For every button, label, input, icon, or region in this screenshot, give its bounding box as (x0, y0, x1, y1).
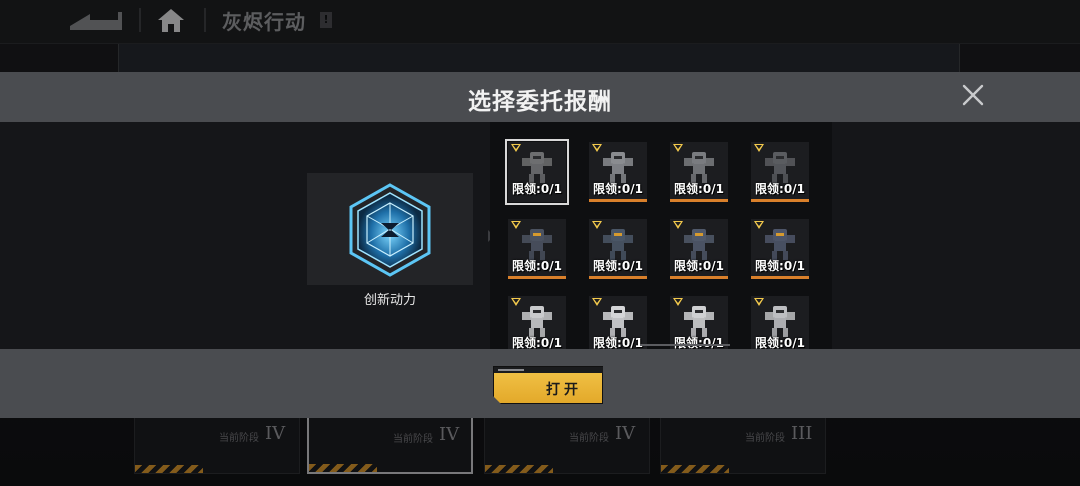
mech-unit-icon (765, 229, 795, 260)
claim-limit-label: 限领:0/1 (674, 259, 724, 273)
rarity-bar (589, 199, 647, 202)
claim-limit-label: 限领:0/1 (593, 182, 643, 196)
reward-item[interactable]: 限领:0/1 (508, 219, 566, 279)
claim-limit-label: 限领:0/1 (674, 336, 724, 349)
reward-item[interactable]: 限领:0/1 (751, 296, 809, 349)
claim-limit-label: 限领:0/1 (755, 182, 805, 196)
scroll-indicator[interactable] (640, 344, 730, 346)
mech-unit-icon (603, 152, 633, 183)
reward-item[interactable]: 限领:0/1 (508, 296, 566, 349)
rarity-bar (670, 199, 728, 202)
claim-limit-label: 限领:0/1 (512, 336, 562, 349)
reward-item[interactable]: 限领:0/1 (505, 139, 569, 205)
mech-unit-icon (684, 229, 714, 260)
modal-body: 创新动力 限领:0/1 限领:0/1 限领:0/1 限领:0/1 限领:0/1 限领:0/… (0, 122, 1080, 349)
rarity-bar (589, 276, 647, 279)
claim-limit-label: 限领:0/1 (674, 182, 724, 196)
reward-item[interactable]: 限领:0/1 (670, 142, 728, 202)
claim-limit-label: 限领:0/1 (512, 259, 562, 273)
reward-item[interactable]: 限领:0/1 (751, 219, 809, 279)
mech-unit-icon (765, 306, 795, 337)
reward-item[interactable]: 限领:0/1 (670, 219, 728, 279)
reward-item[interactable]: 限领:0/1 (589, 296, 647, 349)
innovation-core-icon (349, 183, 431, 277)
reward-preview (307, 173, 473, 285)
rarity-bar (670, 276, 728, 279)
reward-item[interactable]: 限领:0/1 (751, 142, 809, 202)
mech-unit-icon (684, 306, 714, 337)
claim-limit-label: 限领:0/1 (755, 336, 805, 349)
open-button[interactable]: 打开 (493, 366, 603, 404)
claim-limit-label: 限领:0/1 (512, 182, 562, 196)
mech-unit-icon (522, 229, 552, 260)
reward-preview-name: 创新动力 (363, 293, 416, 308)
modal-header: 选择委托报酬 (0, 72, 1080, 122)
reward-item[interactable]: 限领:0/1 (589, 219, 647, 279)
rarity-bar (751, 199, 809, 202)
rarity-bar (751, 276, 809, 279)
claim-limit-label: 限领:0/1 (755, 259, 805, 273)
mech-unit-icon (603, 306, 633, 337)
claim-limit-label: 限领:0/1 (593, 259, 643, 273)
mech-unit-icon (522, 306, 552, 337)
modal-footer: 打开 (0, 349, 1080, 418)
rarity-bar (508, 276, 566, 279)
mech-unit-icon (765, 152, 795, 183)
mech-unit-icon (522, 152, 552, 183)
reward-item[interactable]: 限领:0/1 (670, 296, 728, 349)
mech-unit-icon (603, 229, 633, 260)
modal-title: 选择委托报酬 (468, 89, 612, 115)
mech-unit-icon (684, 152, 714, 183)
close-icon[interactable] (960, 82, 986, 108)
reward-item[interactable]: 限领:0/1 (589, 142, 647, 202)
open-button-label: 打开 (546, 382, 582, 398)
claim-limit-label: 限领:0/1 (593, 336, 643, 349)
reward-grid[interactable]: 限领:0/1 限领:0/1 限领:0/1 限领:0/1 限领:0/1 限领:0/1 限领:0… (490, 122, 832, 349)
button-tag (494, 367, 604, 373)
